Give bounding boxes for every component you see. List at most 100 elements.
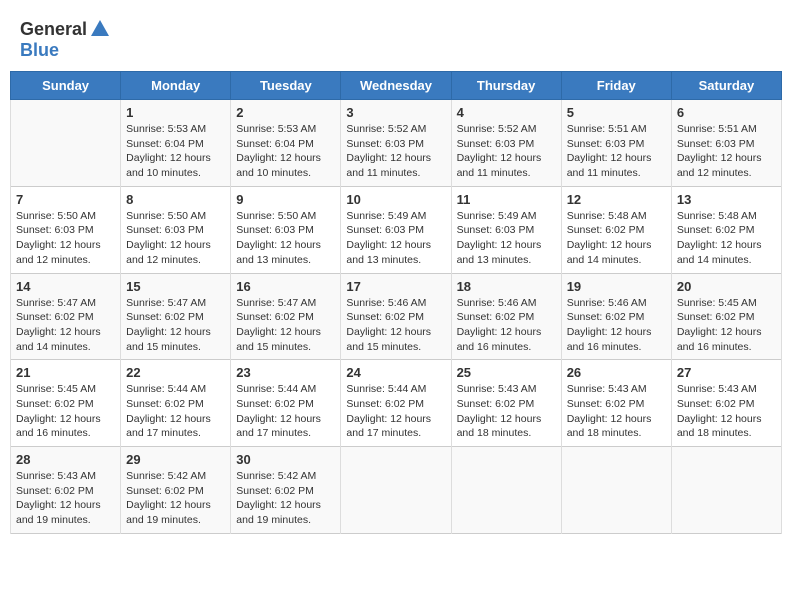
daylight-text: Daylight: 12 hours and 18 minutes. bbox=[677, 412, 776, 441]
daylight-text: Daylight: 12 hours and 14 minutes. bbox=[16, 325, 115, 354]
day-info: Sunrise: 5:51 AMSunset: 6:03 PMDaylight:… bbox=[567, 122, 666, 181]
daylight-text: Daylight: 12 hours and 16 minutes. bbox=[16, 412, 115, 441]
sunrise-text: Sunrise: 5:44 AM bbox=[346, 382, 445, 397]
daylight-text: Daylight: 12 hours and 14 minutes. bbox=[677, 238, 776, 267]
sunrise-text: Sunrise: 5:50 AM bbox=[236, 209, 335, 224]
day-info: Sunrise: 5:50 AMSunset: 6:03 PMDaylight:… bbox=[126, 209, 225, 268]
calendar-cell: 3Sunrise: 5:52 AMSunset: 6:03 PMDaylight… bbox=[341, 100, 451, 187]
day-number: 5 bbox=[567, 105, 666, 120]
sunset-text: Sunset: 6:02 PM bbox=[457, 397, 556, 412]
sunset-text: Sunset: 6:02 PM bbox=[236, 484, 335, 499]
day-number: 25 bbox=[457, 365, 556, 380]
header-day-wednesday: Wednesday bbox=[341, 72, 451, 100]
sunrise-text: Sunrise: 5:47 AM bbox=[236, 296, 335, 311]
daylight-text: Daylight: 12 hours and 13 minutes. bbox=[236, 238, 335, 267]
daylight-text: Daylight: 12 hours and 15 minutes. bbox=[126, 325, 225, 354]
daylight-text: Daylight: 12 hours and 18 minutes. bbox=[457, 412, 556, 441]
day-number: 21 bbox=[16, 365, 115, 380]
calendar-cell: 7Sunrise: 5:50 AMSunset: 6:03 PMDaylight… bbox=[11, 186, 121, 273]
daylight-text: Daylight: 12 hours and 18 minutes. bbox=[567, 412, 666, 441]
sunrise-text: Sunrise: 5:48 AM bbox=[567, 209, 666, 224]
daylight-text: Daylight: 12 hours and 16 minutes. bbox=[677, 325, 776, 354]
calendar-cell bbox=[451, 447, 561, 534]
day-number: 26 bbox=[567, 365, 666, 380]
day-number: 27 bbox=[677, 365, 776, 380]
sunset-text: Sunset: 6:02 PM bbox=[236, 310, 335, 325]
sunset-text: Sunset: 6:03 PM bbox=[457, 137, 556, 152]
day-number: 30 bbox=[236, 452, 335, 467]
calendar-cell: 22Sunrise: 5:44 AMSunset: 6:02 PMDayligh… bbox=[121, 360, 231, 447]
daylight-text: Daylight: 12 hours and 17 minutes. bbox=[346, 412, 445, 441]
sunset-text: Sunset: 6:02 PM bbox=[457, 310, 556, 325]
day-info: Sunrise: 5:53 AMSunset: 6:04 PMDaylight:… bbox=[236, 122, 335, 181]
week-row-2: 7Sunrise: 5:50 AMSunset: 6:03 PMDaylight… bbox=[11, 186, 782, 273]
sunrise-text: Sunrise: 5:43 AM bbox=[16, 469, 115, 484]
day-number: 28 bbox=[16, 452, 115, 467]
calendar-cell: 15Sunrise: 5:47 AMSunset: 6:02 PMDayligh… bbox=[121, 273, 231, 360]
sunset-text: Sunset: 6:03 PM bbox=[236, 223, 335, 238]
sunset-text: Sunset: 6:04 PM bbox=[126, 137, 225, 152]
calendar-cell: 28 Sunrise: 5:43 AMSunset: 6:02 PMDayligh… bbox=[11, 447, 121, 534]
day-info: Sunrise: 5:53 AMSunset: 6:04 PMDaylight:… bbox=[126, 122, 225, 181]
day-number: 8 bbox=[126, 192, 225, 207]
sunset-text: Sunset: 6:03 PM bbox=[346, 223, 445, 238]
day-number: 10 bbox=[346, 192, 445, 207]
sunset-text: Sunset: 6:03 PM bbox=[16, 223, 115, 238]
sunset-text: Sunset: 6:04 PM bbox=[236, 137, 335, 152]
day-number: 20 bbox=[677, 279, 776, 294]
sunrise-text: Sunrise: 5:47 AM bbox=[126, 296, 225, 311]
sunset-text: Sunset: 6:02 PM bbox=[16, 397, 115, 412]
logo: General Blue bbox=[20, 18, 111, 61]
day-number: 3 bbox=[346, 105, 445, 120]
daylight-text: Daylight: 12 hours and 19 minutes. bbox=[236, 498, 335, 527]
header-day-thursday: Thursday bbox=[451, 72, 561, 100]
sunrise-text: Sunrise: 5:44 AM bbox=[126, 382, 225, 397]
calendar-cell: 6Sunrise: 5:51 AMSunset: 6:03 PMDaylight… bbox=[671, 100, 781, 187]
sunset-text: Sunset: 6:02 PM bbox=[126, 484, 225, 499]
day-number: 13 bbox=[677, 192, 776, 207]
sunset-text: Sunset: 6:03 PM bbox=[567, 137, 666, 152]
daylight-text: Daylight: 12 hours and 10 minutes. bbox=[126, 151, 225, 180]
day-info: Sunrise: 5:47 AMSunset: 6:02 PMDaylight:… bbox=[126, 296, 225, 355]
sunrise-text: Sunrise: 5:45 AM bbox=[677, 296, 776, 311]
header-day-saturday: Saturday bbox=[671, 72, 781, 100]
calendar-cell: 8 Sunrise: 5:50 AMSunset: 6:03 PMDaylight… bbox=[121, 186, 231, 273]
day-number: 11 bbox=[457, 192, 556, 207]
logo-general-text: General bbox=[20, 19, 87, 40]
day-number: 19 bbox=[567, 279, 666, 294]
day-info: Sunrise: 5:44 AMSunset: 6:02 PMDaylight:… bbox=[236, 382, 335, 441]
sunrise-text: Sunrise: 5:50 AM bbox=[16, 209, 115, 224]
calendar-table: SundayMondayTuesdayWednesdayThursdayFrid… bbox=[10, 71, 782, 534]
day-info: Sunrise: 5:52 AMSunset: 6:03 PMDaylight:… bbox=[457, 122, 556, 181]
sunset-text: Sunset: 6:02 PM bbox=[16, 484, 115, 499]
page-header: General Blue bbox=[10, 10, 782, 65]
sunset-text: Sunset: 6:02 PM bbox=[236, 397, 335, 412]
sunset-text: Sunset: 6:02 PM bbox=[567, 223, 666, 238]
day-info: Sunrise: 5:49 AMSunset: 6:03 PMDaylight:… bbox=[457, 209, 556, 268]
calendar-cell: 13Sunrise: 5:48 AMSunset: 6:02 PMDayligh… bbox=[671, 186, 781, 273]
day-number: 2 bbox=[236, 105, 335, 120]
header-day-sunday: Sunday bbox=[11, 72, 121, 100]
header-row: SundayMondayTuesdayWednesdayThursdayFrid… bbox=[11, 72, 782, 100]
daylight-text: Daylight: 12 hours and 11 minutes. bbox=[567, 151, 666, 180]
sunrise-text: Sunrise: 5:46 AM bbox=[346, 296, 445, 311]
calendar-cell bbox=[341, 447, 451, 534]
daylight-text: Daylight: 12 hours and 17 minutes. bbox=[126, 412, 225, 441]
sunrise-text: Sunrise: 5:48 AM bbox=[677, 209, 776, 224]
sunrise-text: Sunrise: 5:49 AM bbox=[457, 209, 556, 224]
sunset-text: Sunset: 6:03 PM bbox=[346, 137, 445, 152]
day-number: 4 bbox=[457, 105, 556, 120]
sunset-text: Sunset: 6:02 PM bbox=[677, 397, 776, 412]
sunset-text: Sunset: 6:03 PM bbox=[126, 223, 225, 238]
day-number: 17 bbox=[346, 279, 445, 294]
day-number: 23 bbox=[236, 365, 335, 380]
sunrise-text: Sunrise: 5:52 AM bbox=[346, 122, 445, 137]
logo-icon bbox=[89, 18, 111, 40]
daylight-text: Daylight: 12 hours and 12 minutes. bbox=[677, 151, 776, 180]
sunset-text: Sunset: 6:02 PM bbox=[567, 310, 666, 325]
day-info: Sunrise: 5:43 AMSunset: 6:02 PMDaylight:… bbox=[16, 469, 115, 528]
header-day-friday: Friday bbox=[561, 72, 671, 100]
calendar-cell: 27 Sunrise: 5:43 AMSunset: 6:02 PMDayligh… bbox=[671, 360, 781, 447]
day-info: Sunrise: 5:43 AMSunset: 6:02 PMDaylight:… bbox=[677, 382, 776, 441]
sunrise-text: Sunrise: 5:43 AM bbox=[457, 382, 556, 397]
